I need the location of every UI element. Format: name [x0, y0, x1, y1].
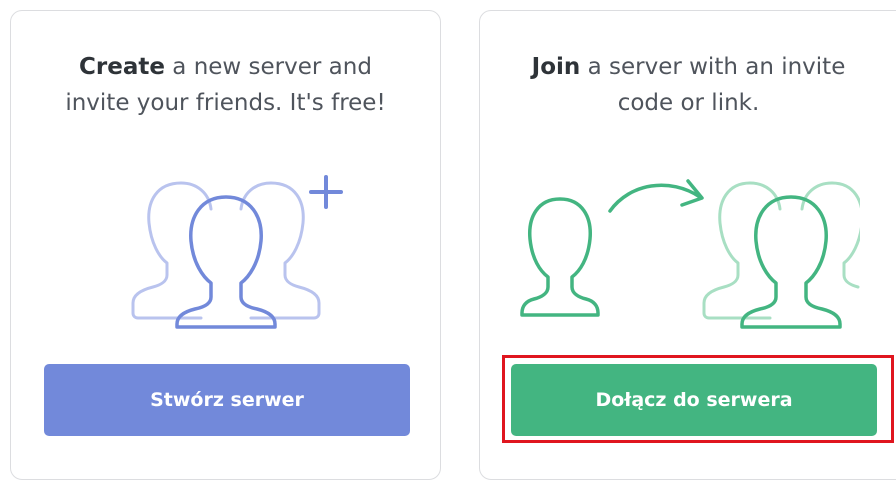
create-description: Create a new server and invite your frie…: [11, 49, 440, 121]
join-server-card: Join a server with an invite code or lin…: [479, 10, 896, 480]
add-friends-icon: [131, 175, 343, 329]
join-description: Join a server with an invite code or lin…: [480, 49, 896, 121]
create-bold-text: Create: [79, 54, 165, 80]
join-text-line1: a server with an invite: [580, 54, 846, 80]
create-server-button-label: Stwórz serwer: [150, 389, 304, 411]
join-server-button[interactable]: Dołącz do serwera: [511, 364, 877, 436]
create-server-card: Create a new server and invite your frie…: [10, 10, 441, 480]
create-text-line2: invite your friends. It's free!: [65, 90, 386, 116]
create-server-button[interactable]: Stwórz serwer: [44, 364, 410, 436]
join-bold-text: Join: [531, 54, 581, 80]
join-server-icon: [520, 179, 860, 329]
join-text-line2: code or link.: [617, 90, 760, 116]
create-text-line1: a new server and: [164, 54, 372, 80]
join-server-button-label: Dołącz do serwera: [595, 389, 793, 411]
